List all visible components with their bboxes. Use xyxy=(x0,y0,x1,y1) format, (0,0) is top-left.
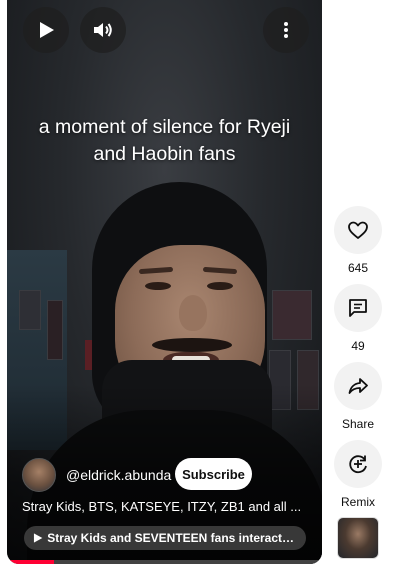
play-icon xyxy=(33,533,43,543)
caption-line: and Haobin fans xyxy=(93,143,236,165)
person-mustache xyxy=(152,338,232,352)
share-label: Share xyxy=(341,417,375,431)
like-button[interactable] xyxy=(334,206,382,254)
play-icon xyxy=(40,22,54,38)
comment-count: 49 xyxy=(351,339,365,353)
volume-icon xyxy=(94,23,112,37)
progress-fill xyxy=(7,560,55,564)
wall-poster xyxy=(272,290,312,340)
more-options-button[interactable] xyxy=(263,7,309,53)
related-video-pill[interactable]: Stray Kids and SEVENTEEN fans interactin… xyxy=(24,526,306,550)
sound-thumbnail[interactable] xyxy=(337,517,379,559)
video-caption: a moment of silence for Ryeji and Haobin… xyxy=(7,114,322,168)
person-eye xyxy=(145,282,171,290)
comment-button[interactable] xyxy=(334,284,382,332)
channel-handle[interactable]: @eldrick.abunda xyxy=(66,467,171,483)
shorts-page: a moment of silence for Ryeji and Haobin… xyxy=(0,0,402,568)
channel-avatar[interactable] xyxy=(22,458,56,492)
like-count: 645 xyxy=(347,261,369,275)
share-action: Share xyxy=(334,362,382,431)
play-button[interactable] xyxy=(23,7,69,53)
channel-info[interactable]: @eldrick.abunda xyxy=(22,458,171,492)
remix-label: Remix xyxy=(340,495,375,509)
share-button[interactable] xyxy=(334,362,382,410)
video-description[interactable]: Stray Kids, BTS, KATSEYE, ITZY, ZB1 and … xyxy=(22,499,312,514)
share-icon xyxy=(348,378,368,394)
video-player[interactable]: a moment of silence for Ryeji and Haobin… xyxy=(7,0,322,564)
caption-line: a moment of silence for Ryeji xyxy=(38,116,291,138)
comment-icon xyxy=(349,299,367,317)
volume-button[interactable] xyxy=(80,7,126,53)
like-action: 645 xyxy=(334,206,382,275)
person-eye xyxy=(207,282,233,290)
remix-button[interactable] xyxy=(334,440,382,488)
comment-action: 49 xyxy=(334,284,382,353)
remix-action: Remix xyxy=(334,440,382,509)
subscribe-button[interactable]: Subscribe xyxy=(175,458,252,490)
wall-poster xyxy=(47,300,63,360)
more-vert-icon xyxy=(284,22,288,38)
person-nose xyxy=(179,295,207,331)
progress-bar[interactable] xyxy=(7,560,322,564)
wall-poster xyxy=(19,290,41,330)
remix-icon xyxy=(349,455,367,474)
related-video-label: Stray Kids and SEVENTEEN fans interactin… xyxy=(47,531,296,545)
thumb-up-icon xyxy=(348,221,368,239)
